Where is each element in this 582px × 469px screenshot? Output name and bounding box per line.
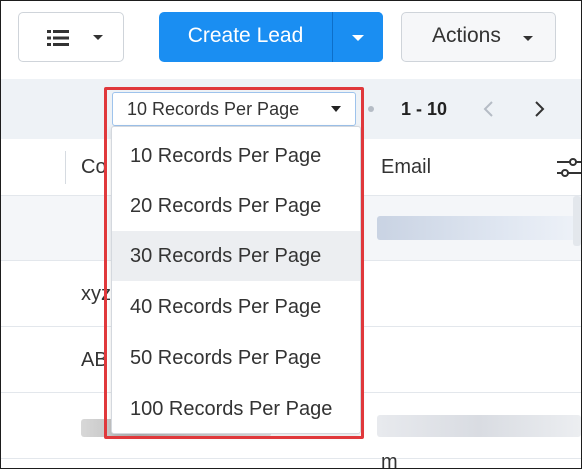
chevron-down-icon — [523, 36, 533, 41]
actions-button[interactable]: Actions — [401, 12, 556, 62]
chevron-down-icon — [352, 35, 364, 41]
view-switcher-button[interactable] — [18, 12, 124, 62]
list-view-icon — [47, 30, 69, 46]
column-settings-icon[interactable] — [557, 157, 582, 179]
scrollbar[interactable] — [573, 196, 581, 246]
chevron-down-icon — [93, 35, 103, 40]
email-cell: m — [381, 451, 398, 469]
column-header-email[interactable]: Email — [381, 139, 431, 196]
column-header-company[interactable]: Co — [81, 139, 107, 196]
toolbar: Create Lead Actions — [1, 1, 581, 79]
redacted-email — [377, 415, 581, 437]
redacted-email — [377, 216, 581, 240]
create-lead-menu-button[interactable] — [333, 12, 383, 62]
page-range: 1 - 10 — [401, 99, 448, 119]
column-divider — [65, 151, 66, 184]
chevron-right-icon[interactable] — [529, 99, 549, 119]
app-frame: Create Lead Actions 10 Records Per Page … — [0, 0, 582, 469]
highlight-box — [104, 87, 364, 439]
create-lead-split-button: Create Lead — [159, 12, 383, 62]
chevron-left-icon[interactable] — [479, 99, 499, 119]
separator-dot — [368, 106, 374, 112]
actions-label: Actions — [432, 24, 501, 47]
create-lead-button[interactable]: Create Lead — [159, 12, 332, 62]
